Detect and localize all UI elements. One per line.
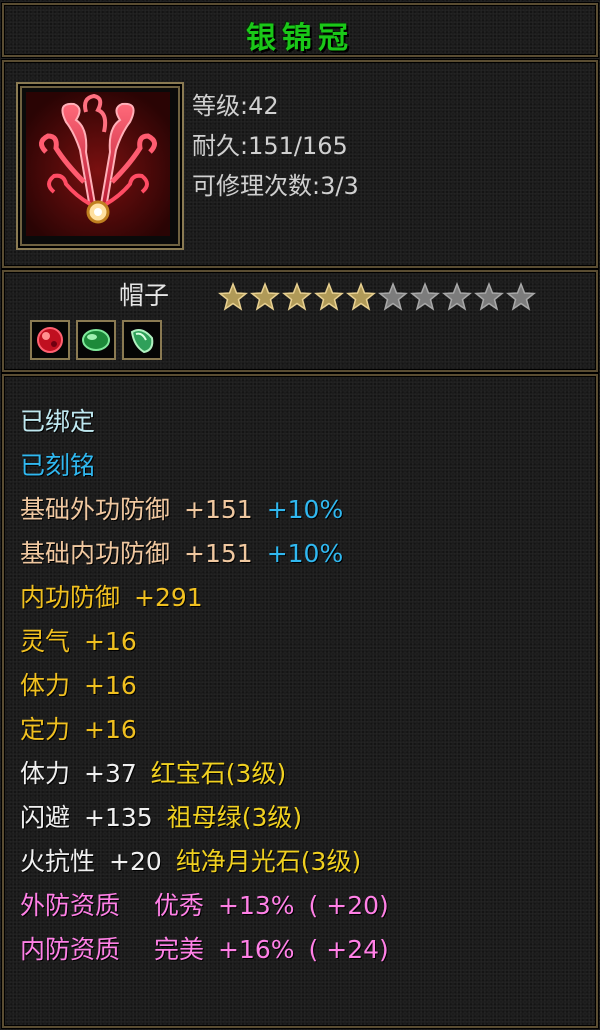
star-filled-icon bbox=[218, 282, 248, 311]
gem-bonus-line-3: 火抗性 +20 纯净月光石(3级) bbox=[20, 842, 361, 878]
star-filled-icon bbox=[314, 282, 344, 311]
attr-label: 体力 bbox=[20, 759, 71, 788]
gem-bonus-line-2: 闪避 +135 祖母绿(3级) bbox=[20, 798, 302, 834]
attr-label: 基础内功防御 bbox=[20, 539, 171, 568]
attr-label: 灵气 bbox=[20, 627, 71, 656]
focus-line: 定力 +16 bbox=[20, 710, 137, 746]
attr-extra: ( +24) bbox=[308, 935, 389, 964]
item-name: 银锦冠 bbox=[246, 21, 354, 56]
gem-socket-2[interactable] bbox=[76, 320, 116, 360]
star-empty-icon bbox=[474, 282, 504, 311]
gem-name: 红宝石(3级) bbox=[150, 759, 287, 788]
gem-bonus-line-1: 体力 +37 红宝石(3级) bbox=[20, 754, 286, 790]
star-empty-icon bbox=[442, 282, 472, 311]
inner-defense-bonus-line: 内功防御 +291 bbox=[20, 578, 203, 614]
attributes-panel: 已绑定 已刻铭 基础外功防御 +151 +10% 基础内功防御 +151 +10% 内功… bbox=[2, 374, 598, 1028]
quality-grade: 完美 bbox=[154, 935, 205, 964]
star-empty-icon bbox=[378, 282, 408, 311]
spirit-line: 灵气 +16 bbox=[20, 622, 137, 658]
attr-label: 内功防御 bbox=[20, 583, 121, 612]
item-repair-count: 可修理次数:3/3 bbox=[192, 172, 359, 200]
attr-value: +20 bbox=[109, 847, 162, 876]
attr-value: +16 bbox=[84, 715, 137, 744]
attr-value: +16% bbox=[218, 935, 295, 964]
attr-value: +16 bbox=[84, 671, 137, 700]
green-jade-icon bbox=[130, 329, 154, 354]
attr-label: 外防资质 bbox=[20, 891, 121, 920]
attr-value: +291 bbox=[134, 583, 203, 612]
gem-socket-3[interactable] bbox=[122, 320, 162, 360]
attr-percent: +10% bbox=[266, 495, 344, 524]
attr-value: +16 bbox=[84, 627, 137, 656]
attr-label: 闪避 bbox=[20, 803, 71, 832]
attr-value: +151 bbox=[184, 495, 253, 524]
star-empty-icon bbox=[410, 282, 440, 311]
outer-defense-line: 基础外功防御 +151 +10% bbox=[20, 490, 343, 526]
red-gem-icon bbox=[37, 327, 63, 353]
item-info-panel: 等级:42 耐久:151/165 可修理次数:3/3 bbox=[2, 60, 598, 268]
star-empty-icon bbox=[506, 282, 536, 311]
star-filled-icon bbox=[282, 282, 312, 311]
attr-value: +151 bbox=[184, 539, 253, 568]
gem-socket-1[interactable] bbox=[30, 320, 70, 360]
attr-label: 内防资质 bbox=[20, 935, 121, 964]
item-type-panel: 帽子 bbox=[2, 270, 598, 372]
item-icon-frame[interactable] bbox=[16, 82, 184, 250]
inner-defense-line: 基础内功防御 +151 +10% bbox=[20, 534, 343, 570]
attr-value: +37 bbox=[84, 759, 137, 788]
attr-percent: +10% bbox=[266, 539, 344, 568]
outer-quality-line: 外防资质 优秀 +13% ( +20) bbox=[20, 886, 389, 922]
attr-extra: ( +20) bbox=[308, 891, 389, 920]
star-rating bbox=[218, 282, 536, 312]
green-gem-icon bbox=[82, 329, 110, 351]
gem-name: 纯净月光石(3级) bbox=[175, 847, 362, 876]
attr-value: +13% bbox=[218, 891, 295, 920]
title-panel: 银锦冠 bbox=[2, 3, 598, 57]
attr-label: 基础外功防御 bbox=[20, 495, 171, 524]
gem-sockets bbox=[30, 320, 162, 360]
engraved-status: 已刻铭 bbox=[20, 451, 96, 480]
item-durability: 耐久:151/165 bbox=[192, 132, 348, 160]
attr-label: 定力 bbox=[20, 715, 71, 744]
item-level: 等级:42 bbox=[192, 92, 279, 120]
star-filled-icon bbox=[346, 282, 376, 311]
gem-name: 祖母绿(3级) bbox=[166, 803, 303, 832]
attr-label: 体力 bbox=[20, 671, 71, 700]
vitality-line: 体力 +16 bbox=[20, 666, 137, 702]
quality-grade: 优秀 bbox=[154, 891, 205, 920]
red-crown-icon bbox=[26, 92, 170, 236]
attr-value: +135 bbox=[84, 803, 153, 832]
inner-quality-line: 内防资质 完美 +16% ( +24) bbox=[20, 930, 389, 966]
attr-label: 火抗性 bbox=[20, 847, 96, 876]
star-filled-icon bbox=[250, 282, 280, 311]
bound-status: 已绑定 bbox=[20, 407, 96, 436]
